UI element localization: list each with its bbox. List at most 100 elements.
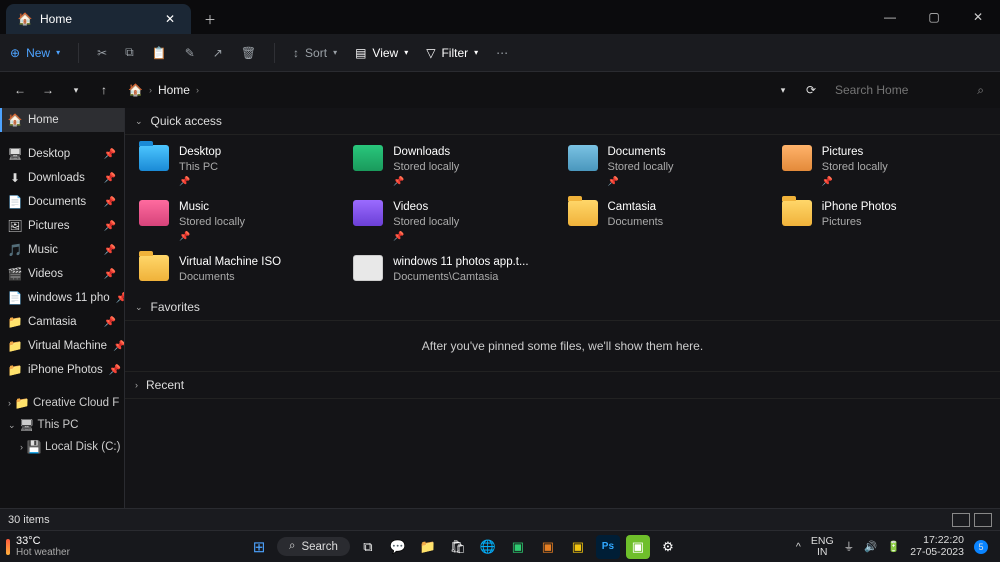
new-tab-button[interactable]: ＋ bbox=[195, 4, 225, 34]
tiles-view-button[interactable] bbox=[974, 513, 992, 527]
item-name: Desktop bbox=[179, 145, 221, 160]
sidebar-item-local-disk[interactable]: › 💾 Local Disk (C:) bbox=[0, 436, 124, 458]
breadcrumb[interactable]: 🏠 › Home › bbox=[120, 83, 207, 97]
quick-access-item[interactable]: windows 11 photos app.t...Documents\Camt… bbox=[353, 255, 557, 284]
chevron-right-icon: › bbox=[135, 380, 138, 390]
pin-icon: 📌 bbox=[113, 341, 125, 352]
sidebar-item-creative-cloud[interactable]: › 📁 Creative Cloud F bbox=[0, 392, 124, 414]
quick-access-item[interactable]: VideosStored locally📌 bbox=[353, 200, 557, 243]
filter-button[interactable]: ▽ Filter ▾ bbox=[426, 46, 478, 60]
search-label: Search bbox=[301, 541, 337, 553]
tab-home[interactable]: 🏠 Home ✕ bbox=[6, 4, 191, 34]
quick-access-item[interactable]: MusicStored locally📌 bbox=[139, 200, 343, 243]
sidebar-item-music[interactable]: 🎵Music📌 bbox=[0, 238, 124, 262]
notification-badge[interactable]: 5 bbox=[974, 540, 988, 554]
item-location: Stored locally bbox=[179, 215, 245, 229]
tray-chevron-icon[interactable]: ^ bbox=[796, 541, 801, 553]
taskbar-search[interactable]: ⌕ Search bbox=[277, 537, 350, 556]
section-title: Recent bbox=[146, 378, 184, 392]
dropdown-button[interactable]: ▾ bbox=[771, 78, 795, 102]
sidebar-item-iphone-photos[interactable]: 📁iPhone Photos📌 bbox=[0, 358, 124, 382]
clock[interactable]: 17:22:20 27-05-2023 bbox=[910, 535, 964, 558]
sidebar-item-documents[interactable]: 📄Documents📌 bbox=[0, 190, 124, 214]
section-quick-access[interactable]: ⌄ Quick access bbox=[125, 108, 1000, 135]
search-box[interactable]: ⌕ bbox=[827, 79, 992, 102]
quick-access-item[interactable]: iPhone PhotosPictures bbox=[782, 200, 986, 243]
home-icon: 🏠 bbox=[18, 12, 32, 26]
app-icon[interactable]: ▣ bbox=[536, 535, 560, 559]
rename-button[interactable]: ✎ bbox=[185, 46, 195, 60]
minimize-button[interactable]: ― bbox=[868, 0, 912, 34]
maximize-button[interactable]: ▢ bbox=[912, 0, 956, 34]
folder-icon bbox=[568, 200, 598, 226]
quick-access-item[interactable]: Virtual Machine ISODocuments bbox=[139, 255, 343, 284]
sidebar-item-windows-11-pho[interactable]: 📄windows 11 pho📌 bbox=[0, 286, 124, 310]
quick-access-item[interactable]: DownloadsStored locally📌 bbox=[353, 145, 557, 188]
photoshop-icon[interactable]: Ps bbox=[596, 535, 620, 559]
quick-access-item[interactable]: DocumentsStored locally📌 bbox=[568, 145, 772, 188]
sidebar-item-home[interactable]: 🏠 Home bbox=[0, 108, 124, 132]
cut-button[interactable]: ✂ bbox=[97, 46, 107, 60]
breadcrumb-location[interactable]: Home bbox=[158, 83, 190, 97]
paste-button[interactable]: 📋 bbox=[152, 46, 167, 60]
camtasia-icon[interactable]: ▣ bbox=[626, 535, 650, 559]
new-button[interactable]: ⊕ New ▾ bbox=[10, 46, 60, 60]
pin-icon: 📌 bbox=[104, 317, 116, 328]
sidebar-item-label: Local Disk (C:) bbox=[45, 441, 120, 453]
folder-icon: ⬇ bbox=[8, 171, 22, 185]
chevron-down-icon[interactable]: ▾ bbox=[64, 78, 88, 102]
volume-icon[interactable]: 🔊 bbox=[864, 540, 877, 553]
app-icon[interactable]: ▣ bbox=[506, 535, 530, 559]
sidebar-item-label: iPhone Photos bbox=[28, 364, 103, 376]
app-icon[interactable]: ▣ bbox=[566, 535, 590, 559]
sidebar-item-camtasia[interactable]: 📁Camtasia📌 bbox=[0, 310, 124, 334]
wifi-icon[interactable]: ⏚ bbox=[844, 539, 855, 554]
back-button[interactable]: ← bbox=[8, 78, 32, 102]
sort-button[interactable]: ↕ Sort ▾ bbox=[293, 46, 337, 60]
item-name: windows 11 photos app.t... bbox=[393, 255, 528, 270]
tab-close-icon[interactable]: ✕ bbox=[161, 10, 179, 28]
quick-access-item[interactable]: DesktopThis PC📌 bbox=[139, 145, 343, 188]
tab-title: Home bbox=[40, 12, 72, 26]
search-input[interactable] bbox=[835, 83, 971, 97]
more-button[interactable]: ⋯ bbox=[496, 46, 508, 60]
delete-button[interactable]: 🗑 bbox=[241, 46, 256, 60]
sidebar-item-this-pc[interactable]: ⌄ 🖥 This PC bbox=[0, 414, 124, 436]
section-favorites[interactable]: ⌄ Favorites bbox=[125, 294, 1000, 321]
share-button[interactable]: ↗ bbox=[213, 46, 223, 60]
temperature: 33°C bbox=[16, 535, 70, 547]
pin-icon: 📌 bbox=[822, 176, 888, 188]
section-recent[interactable]: › Recent bbox=[125, 371, 1000, 399]
view-button[interactable]: ▤ View ▾ bbox=[355, 46, 408, 60]
quick-access-item[interactable]: CamtasiaDocuments bbox=[568, 200, 772, 243]
edge-icon[interactable]: 🌐 bbox=[476, 535, 500, 559]
language-indicator[interactable]: ENG IN bbox=[811, 536, 834, 557]
up-button[interactable]: ↑ bbox=[92, 78, 116, 102]
settings-icon[interactable]: ⚙ bbox=[656, 535, 680, 559]
store-icon[interactable]: 🛍 bbox=[446, 535, 470, 559]
copy-button[interactable]: ⧉ bbox=[125, 45, 134, 60]
sidebar-item-label: Desktop bbox=[28, 148, 70, 160]
pin-icon: 📌 bbox=[104, 221, 116, 232]
refresh-button[interactable]: ⟳ bbox=[799, 78, 823, 102]
close-window-button[interactable]: ✕ bbox=[956, 0, 1000, 34]
folder-icon: 📁 bbox=[8, 363, 22, 377]
quick-access-item[interactable]: PicturesStored locally📌 bbox=[782, 145, 986, 188]
battery-icon[interactable]: 🔋 bbox=[887, 540, 900, 553]
home-icon: 🏠 bbox=[8, 113, 22, 127]
start-button[interactable]: ⊞ bbox=[247, 535, 271, 559]
sidebar-item-desktop[interactable]: 🖥Desktop📌 bbox=[0, 142, 124, 166]
chat-icon[interactable]: 💬 bbox=[386, 535, 410, 559]
details-view-button[interactable] bbox=[952, 513, 970, 527]
folder-icon bbox=[353, 255, 383, 281]
forward-button[interactable]: → bbox=[36, 78, 60, 102]
task-view-button[interactable]: ⧉ bbox=[356, 535, 380, 559]
sidebar-item-videos[interactable]: 🎬Videos📌 bbox=[0, 262, 124, 286]
folder-icon: 📁 bbox=[8, 315, 22, 329]
sidebar-item-downloads[interactable]: ⬇Downloads📌 bbox=[0, 166, 124, 190]
chevron-down-icon: ▾ bbox=[56, 48, 60, 57]
explorer-icon[interactable]: 📁 bbox=[416, 535, 440, 559]
taskbar-weather[interactable]: 33°C Hot weather bbox=[6, 535, 131, 558]
sidebar-item-pictures[interactable]: 🖼Pictures📌 bbox=[0, 214, 124, 238]
sidebar-item-virtual-machine[interactable]: 📁Virtual Machine📌 bbox=[0, 334, 124, 358]
